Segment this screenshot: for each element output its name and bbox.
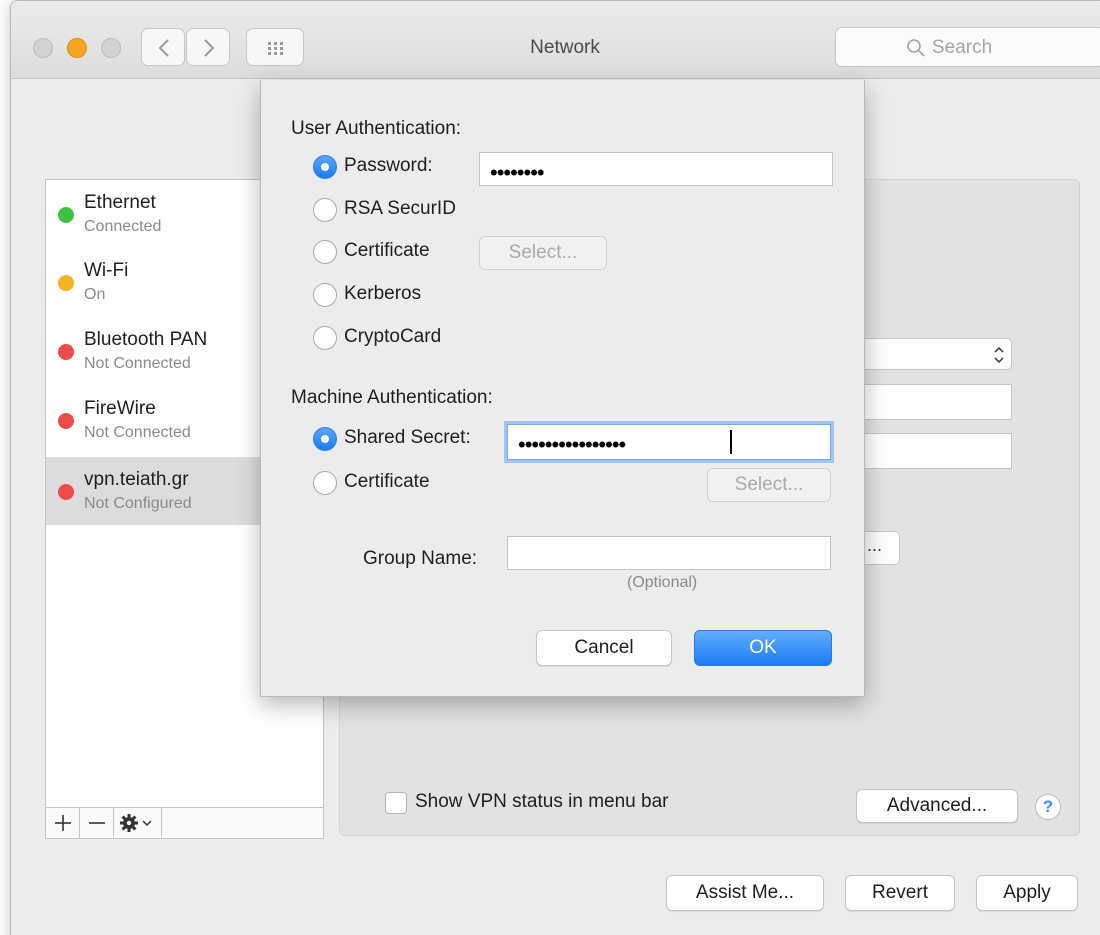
user-certificate-radio[interactable] [313, 240, 337, 264]
ok-button[interactable]: OK [694, 630, 832, 666]
search-field[interactable]: Search [835, 27, 1100, 67]
help-button[interactable]: ? [1035, 794, 1061, 820]
cancel-button[interactable]: Cancel [536, 630, 672, 666]
gear-icon [120, 814, 152, 832]
password-radio[interactable] [313, 155, 337, 179]
status-dot [58, 275, 74, 291]
service-status: Not Connected [84, 424, 191, 441]
authentication-settings-sheet: User Authentication: Password: •••••••• … [260, 80, 865, 697]
updown-chevron-icon [994, 346, 1004, 364]
service-list-toolbar [45, 807, 324, 839]
cryptocard-radio[interactable] [313, 326, 337, 350]
kerberos-radio[interactable] [313, 283, 337, 307]
search-placeholder: Search [932, 37, 993, 58]
status-dot [58, 207, 74, 223]
minus-icon [89, 822, 105, 824]
titlebar: Network Search [11, 1, 1100, 79]
user-auth-heading: User Authentication: [291, 118, 462, 139]
show-vpn-status-label: Show VPN status in menu bar [415, 791, 669, 812]
rsa-securid-label: RSA SecurID [344, 198, 456, 219]
text-caret [730, 430, 732, 454]
service-status: Connected [84, 218, 162, 235]
chevron-down-icon [142, 820, 152, 827]
add-service-button[interactable] [46, 808, 80, 838]
machine-auth-heading: Machine Authentication: [291, 387, 493, 408]
group-name-field[interactable] [507, 536, 831, 570]
remove-service-button[interactable] [80, 808, 114, 838]
group-name-label: Group Name: [363, 548, 478, 569]
apply-button[interactable]: Apply [976, 875, 1078, 911]
rsa-securid-radio[interactable] [313, 198, 337, 222]
shared-secret-value: •••••••••••••••• [518, 432, 626, 457]
password-value: •••••••• [490, 160, 545, 185]
status-dot [58, 344, 74, 360]
service-status: Not Configured [84, 495, 192, 512]
shared-secret-radio[interactable] [313, 427, 337, 451]
service-name: Bluetooth PAN [84, 329, 208, 350]
service-name: vpn.teiath.gr [84, 469, 189, 490]
service-name: Wi-Fi [84, 260, 129, 281]
shared-secret-label: Shared Secret: [344, 427, 471, 448]
configuration-popup[interactable] [860, 338, 1012, 370]
advanced-button[interactable]: Advanced... [856, 789, 1018, 823]
status-dot [58, 484, 74, 500]
shared-secret-field[interactable]: •••••••••••••••• [507, 424, 831, 460]
search-icon [907, 39, 925, 57]
group-name-optional-hint: (Optional) [627, 574, 698, 591]
assist-me-button[interactable]: Assist Me... [666, 875, 824, 911]
authentication-settings-button[interactable]: ... [860, 531, 900, 565]
service-status: Not Connected [84, 355, 191, 372]
service-actions-menu[interactable] [114, 808, 162, 838]
kerberos-label: Kerberos [344, 283, 422, 304]
user-certificate-select-button[interactable]: Select... [479, 236, 607, 270]
service-name: FireWire [84, 398, 156, 419]
machine-certificate-radio[interactable] [313, 471, 337, 495]
status-dot [58, 413, 74, 429]
user-certificate-label: Certificate [344, 240, 430, 261]
revert-button[interactable]: Revert [845, 875, 955, 911]
account-name-field[interactable] [860, 433, 1012, 469]
server-address-field[interactable] [860, 384, 1012, 420]
password-option-label: Password: [344, 155, 433, 176]
show-vpn-status-checkbox[interactable] [385, 792, 407, 814]
plus-icon [55, 815, 71, 831]
machine-certificate-select-button[interactable]: Select... [707, 468, 831, 502]
cryptocard-label: CryptoCard [344, 326, 442, 347]
machine-certificate-label: Certificate [344, 471, 430, 492]
service-name: Ethernet [84, 192, 156, 213]
service-status: On [84, 286, 106, 303]
password-field[interactable]: •••••••• [479, 152, 833, 186]
